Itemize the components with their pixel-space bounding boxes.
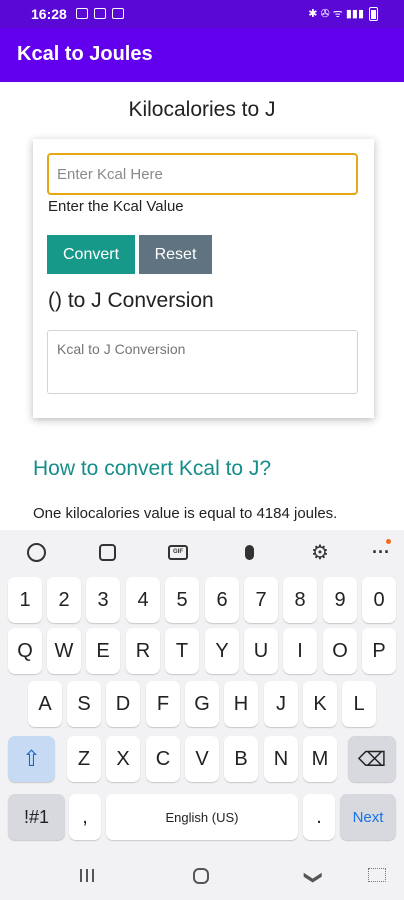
shift-key[interactable]: ⇧ [8,736,55,782]
gif-icon[interactable]: GIF [166,540,190,564]
battery-icon [369,6,378,21]
key-r[interactable]: R [126,628,160,674]
status-time: 16:28 [31,6,67,22]
convert-button[interactable]: Convert [47,235,135,274]
settings-icon[interactable]: ⚙ [308,540,332,564]
app-title: Kcal to Joules [17,43,153,65]
key-j[interactable]: J [264,681,298,727]
key-d[interactable]: D [106,681,140,727]
notification-icons [76,8,124,19]
key-p[interactable]: P [362,628,396,674]
on-screen-keyboard: GIF ⚙ ··· 1 2 3 4 5 6 7 8 9 0 Q W E R T … [0,530,404,852]
key-2[interactable]: 2 [47,577,81,623]
gif-label: GIF [168,544,188,560]
key-8[interactable]: 8 [283,577,317,623]
conversion-result-field[interactable] [47,330,358,394]
keyboard-toolbar: GIF ⚙ ··· [0,530,404,574]
key-5[interactable]: 5 [165,577,199,623]
key-6[interactable]: 6 [205,577,239,623]
keyboard-switch-icon[interactable] [368,868,386,882]
back-icon[interactable]: ❯ [303,870,324,885]
status-bar: 16:28 ✱ ✇ ᯤ ▮▮▮ [0,0,404,28]
key-u[interactable]: U [244,628,278,674]
key-t[interactable]: T [165,628,199,674]
navigation-bar: ❯ [0,852,404,900]
key-h[interactable]: H [224,681,258,727]
key-o[interactable]: O [323,628,357,674]
conversion-heading: () to J Conversion [48,289,214,312]
key-m[interactable]: M [303,736,337,782]
key-9[interactable]: 9 [323,577,357,623]
recent-apps-icon[interactable] [80,869,94,882]
key-0[interactable]: 0 [362,577,396,623]
kcal-input[interactable] [47,153,358,195]
status-glyphs: ✱ ✇ ᯤ ▮▮▮ [308,8,364,20]
gallery-notification-icon [76,8,88,19]
key-n[interactable]: N [264,736,298,782]
key-c[interactable]: C [146,736,180,782]
symbols-key[interactable]: !#1 [8,794,65,840]
home-icon[interactable] [193,868,209,884]
key-i[interactable]: I [283,628,317,674]
howto-heading: How to convert Kcal to J? [33,457,272,480]
comma-key[interactable]: , [69,794,101,840]
key-w[interactable]: W [47,628,81,674]
next-key[interactable]: Next [340,794,396,840]
emoji-icon[interactable] [24,540,48,564]
notification-dot [386,539,391,544]
system-icons: ✱ ✇ ᯤ ▮▮▮ [308,6,378,21]
sticker-icon[interactable] [95,540,119,564]
key-g[interactable]: G [185,681,219,727]
howto-text: One kilocalories value is equal to 4184 … [33,505,338,522]
space-key[interactable]: English (US) [106,794,298,840]
key-k[interactable]: K [303,681,337,727]
key-7[interactable]: 7 [244,577,278,623]
backspace-key[interactable]: ⌫ [348,736,396,782]
key-1[interactable]: 1 [8,577,42,623]
key-3[interactable]: 3 [86,577,120,623]
microphone-icon[interactable] [237,540,261,564]
key-z[interactable]: Z [67,736,101,782]
key-f[interactable]: F [146,681,180,727]
kcal-input-label: Enter the Kcal Value [48,198,184,215]
key-l[interactable]: L [342,681,376,727]
key-v[interactable]: V [185,736,219,782]
page-heading: Kilocalories to J [128,98,276,121]
message-notification-icon [112,8,124,19]
key-q[interactable]: Q [8,628,42,674]
period-key[interactable]: . [303,794,335,840]
key-y[interactable]: Y [205,628,239,674]
reset-button[interactable]: Reset [139,235,212,274]
converter-card: Enter the Kcal Value Convert Reset () to… [33,139,374,418]
key-b[interactable]: B [224,736,258,782]
app-bar: Kcal to Joules [0,28,404,82]
key-4[interactable]: 4 [126,577,160,623]
key-a[interactable]: A [28,681,62,727]
image-notification-icon [94,8,106,19]
key-e[interactable]: E [86,628,120,674]
key-s[interactable]: S [67,681,101,727]
key-x[interactable]: X [106,736,140,782]
